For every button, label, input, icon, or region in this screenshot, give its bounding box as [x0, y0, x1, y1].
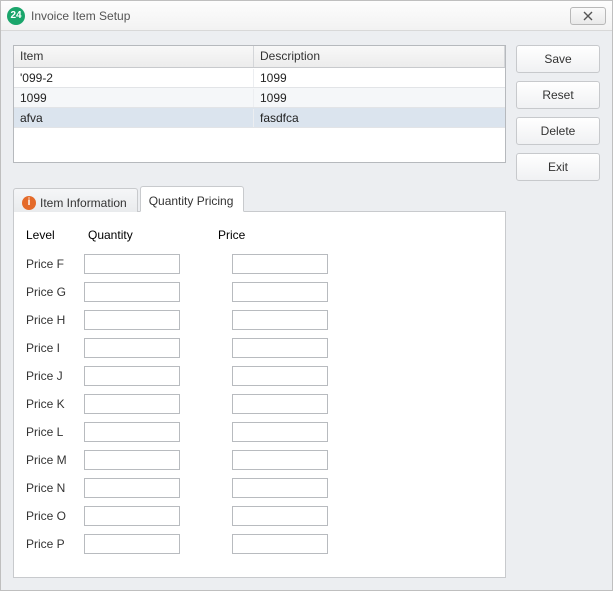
column-header-description[interactable]: Description — [254, 46, 505, 67]
price-input[interactable] — [232, 310, 328, 330]
qp-rows: Price F Price G Price H Price I Price J Price… — [26, 250, 493, 558]
tabstrip: i Item Information Quantity Pricing — [13, 186, 506, 212]
table-row[interactable]: 10991099 — [14, 88, 505, 108]
header-level: Level — [26, 228, 88, 242]
price-input[interactable] — [232, 478, 328, 498]
price-level-row: Price O — [26, 502, 493, 530]
quantity-input[interactable] — [84, 422, 180, 442]
quantity-input[interactable] — [84, 366, 180, 386]
qp-column-headers: Level Quantity Price — [26, 228, 493, 242]
exit-button[interactable]: Exit — [516, 153, 600, 181]
cell-item: afva — [14, 109, 254, 127]
price-input[interactable] — [232, 254, 328, 274]
cell-item: 1099 — [14, 89, 254, 107]
price-level-label: Price J — [26, 369, 84, 383]
cell-description: 1099 — [254, 69, 505, 87]
quantity-input[interactable] — [84, 310, 180, 330]
cell-description: fasdfca — [254, 109, 505, 127]
items-grid[interactable]: Item Description '099-2109910991099afvaf… — [13, 45, 506, 163]
quantity-input[interactable] — [84, 478, 180, 498]
price-level-label: Price K — [26, 397, 84, 411]
titlebar: 24 Invoice Item Setup — [1, 1, 612, 31]
tab-label-item-information: Item Information — [40, 196, 127, 210]
reset-button[interactable]: Reset — [516, 81, 600, 109]
grid-body: '099-2109910991099afvafasdfca — [14, 68, 505, 128]
price-input[interactable] — [232, 422, 328, 442]
price-level-label: Price F — [26, 257, 84, 271]
price-level-label: Price P — [26, 537, 84, 551]
price-input[interactable] — [232, 366, 328, 386]
tab-item-information[interactable]: i Item Information — [13, 188, 138, 212]
app-icon: 24 — [7, 7, 25, 25]
price-level-row: Price G — [26, 278, 493, 306]
quantity-input[interactable] — [84, 506, 180, 526]
quantity-input[interactable] — [84, 394, 180, 414]
price-level-row: Price K — [26, 390, 493, 418]
price-level-row: Price I — [26, 334, 493, 362]
price-level-label: Price N — [26, 481, 84, 495]
grid-header: Item Description — [14, 46, 505, 68]
price-level-label: Price L — [26, 425, 84, 439]
cell-item: '099-2 — [14, 69, 254, 87]
table-row[interactable]: '099-21099 — [14, 68, 505, 88]
price-level-label: Price M — [26, 453, 84, 467]
price-level-row: Price M — [26, 446, 493, 474]
price-level-label: Price G — [26, 285, 84, 299]
price-level-row: Price L — [26, 418, 493, 446]
info-icon: i — [22, 196, 36, 210]
quantity-input[interactable] — [84, 254, 180, 274]
header-quantity: Quantity — [88, 228, 218, 242]
quantity-input[interactable] — [84, 282, 180, 302]
header-price: Price — [218, 228, 338, 242]
price-input[interactable] — [232, 394, 328, 414]
quantity-input[interactable] — [84, 450, 180, 470]
price-level-label: Price O — [26, 509, 84, 523]
quantity-input[interactable] — [84, 534, 180, 554]
delete-button[interactable]: Delete — [516, 117, 600, 145]
price-input[interactable] — [232, 506, 328, 526]
window-close-button[interactable] — [570, 7, 606, 25]
price-level-row: Price P — [26, 530, 493, 558]
tab-label-quantity-pricing: Quantity Pricing — [149, 194, 234, 208]
price-level-row: Price H — [26, 306, 493, 334]
tab-quantity-pricing[interactable]: Quantity Pricing — [140, 186, 245, 212]
client-area: Item Description '099-2109910991099afvaf… — [1, 31, 612, 590]
save-button[interactable]: Save — [516, 45, 600, 73]
price-level-row: Price F — [26, 250, 493, 278]
price-input[interactable] — [232, 450, 328, 470]
close-icon — [583, 11, 593, 21]
column-header-item[interactable]: Item — [14, 46, 254, 67]
price-level-label: Price I — [26, 341, 84, 355]
tab-panel-quantity-pricing: Level Quantity Price Price FPrice GPrice… — [13, 211, 506, 578]
cell-description: 1099 — [254, 89, 505, 107]
left-column: Item Description '099-2109910991099afvaf… — [13, 45, 506, 578]
right-column: Save Reset Delete Exit — [516, 45, 600, 578]
window: 24 Invoice Item Setup Item Description '… — [0, 0, 613, 591]
price-level-row: Price N — [26, 474, 493, 502]
price-level-label: Price H — [26, 313, 84, 327]
price-input[interactable] — [232, 338, 328, 358]
tab-area: i Item Information Quantity Pricing Leve… — [13, 185, 506, 578]
quantity-input[interactable] — [84, 338, 180, 358]
price-level-row: Price J — [26, 362, 493, 390]
price-input[interactable] — [232, 534, 328, 554]
window-title: Invoice Item Setup — [31, 9, 570, 23]
table-row[interactable]: afvafasdfca — [14, 108, 505, 128]
price-input[interactable] — [232, 282, 328, 302]
